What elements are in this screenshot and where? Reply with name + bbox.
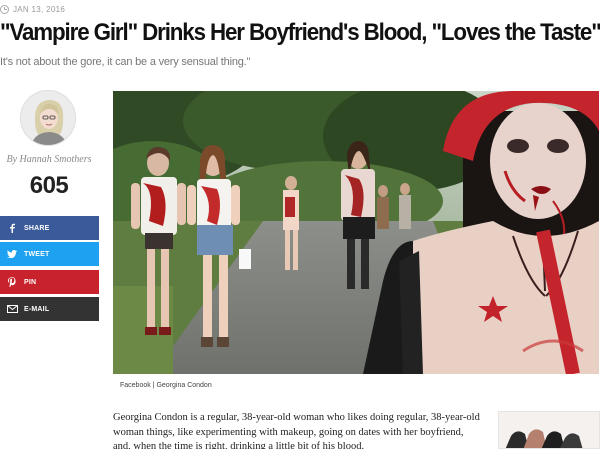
avatar-portrait — [21, 91, 75, 145]
article-subheadline: It's not about the gore, it can be a ver… — [0, 56, 251, 68]
pinterest-pin-button[interactable]: PIN — [0, 270, 99, 294]
shoes-ad-image — [499, 412, 599, 448]
facebook-share-button[interactable]: SHARE — [0, 216, 99, 240]
sidebar-ad-thumbnail[interactable] — [498, 411, 600, 449]
photo-credit: Facebook | Georgina Condon — [120, 382, 212, 389]
twitter-tweet-button[interactable]: TWEET — [0, 242, 99, 266]
author-byline[interactable]: By Hannah Smothers — [0, 154, 98, 165]
twitter-icon — [0, 250, 24, 258]
zombie-walk-photo — [113, 91, 599, 374]
facebook-share-label: SHARE — [24, 224, 50, 232]
article-body-paragraph: Georgina Condon is a regular, 38-year-ol… — [113, 412, 480, 449]
email-share-label: E-MAIL — [24, 305, 50, 313]
twitter-tweet-label: TWEET — [24, 250, 50, 258]
share-count: 605 — [29, 172, 69, 199]
article-hero-photo — [113, 91, 599, 374]
email-icon — [0, 305, 24, 313]
email-share-button[interactable]: E-MAIL — [0, 297, 99, 321]
author-avatar[interactable] — [20, 90, 76, 146]
clock-icon — [0, 4, 9, 14]
article-date: JAN 13, 2016 — [0, 2, 65, 16]
date-text: JAN 13, 2016 — [13, 4, 66, 14]
facebook-icon — [0, 223, 24, 233]
pinterest-icon — [0, 277, 24, 287]
pinterest-pin-label: PIN — [24, 278, 37, 286]
article-headline: "Vampire Girl" Drinks Her Boyfriend's Bl… — [0, 19, 600, 46]
